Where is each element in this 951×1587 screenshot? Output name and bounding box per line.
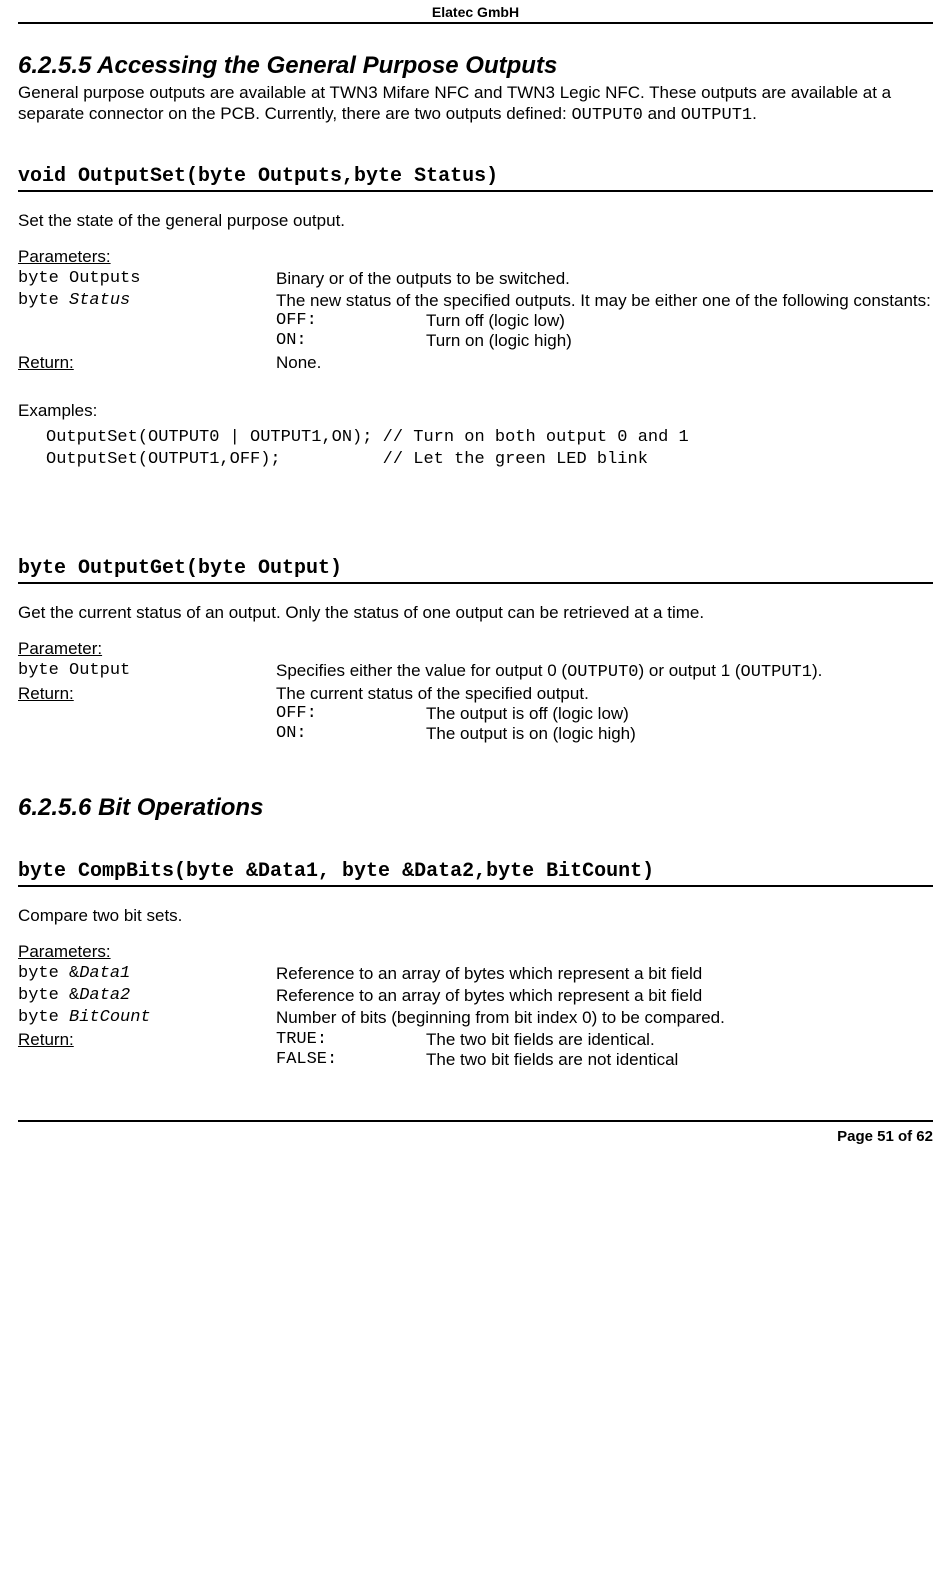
return-val: None. [276,353,933,373]
desc-code1: OUTPUT1 [741,663,812,682]
false-colon: : [327,1050,337,1069]
ret-on-row: ON: The output is on (logic high) [276,724,933,744]
ret-off-key: OFF: [276,704,426,724]
param-name-outputs: byte Outputs [18,269,276,289]
param-desc-data2: Reference to an array of bytes which rep… [276,986,933,1006]
intro-text-end: . [752,104,757,123]
off-code-2: OFF [276,704,307,723]
func-desc-outputget: Get the current status of an output. Onl… [18,602,933,623]
param-row-data1: byte &Data1 Reference to an array of byt… [18,964,933,984]
on-colon-2: : [296,724,306,743]
page-header-company: Elatec GmbH [18,0,933,22]
param-var: Status [69,291,130,310]
func-sig-outputset: void OutputSet(byte Outputs,byte Status) [18,165,933,192]
param-desc-data1: Reference to an array of bytes which rep… [276,964,933,984]
on-colon: : [296,331,306,350]
desc-code0: OUTPUT0 [567,663,638,682]
p2-var: Data2 [79,986,130,1005]
on-code: ON [276,331,296,350]
param-desc-status: The new status of the specified outputs.… [276,291,933,351]
ret-true-key: TRUE: [276,1030,426,1050]
footer-rule [18,1120,933,1122]
return-row-outputset: Return: None. [18,353,933,373]
status-off-key: OFF: [276,311,426,331]
examples-label: Examples: [18,401,933,421]
status-off-row: OFF: Turn off (logic low) [276,311,933,331]
status-off-val: Turn off (logic low) [426,311,933,331]
status-on-val: Turn on (logic high) [426,331,933,351]
header-rule [18,22,933,24]
true-colon: : [317,1030,327,1049]
status-on-key: ON: [276,331,426,351]
section-intro-outputs: General purpose outputs are available at… [18,82,933,127]
param-desc-status-text: The new status of the specified outputs.… [276,291,933,311]
false-code: FALSE [276,1050,327,1069]
desc-pre: Specifies either the value for output 0 … [276,661,567,680]
return-label-2: Return: [18,684,74,703]
ret-off-row: OFF: The output is off (logic low) [276,704,933,724]
return-desc-compbits: TRUE: The two bit fields are identical. … [276,1030,933,1070]
func-desc-compbits: Compare two bit sets. [18,905,933,926]
return-label-3: Return: [18,1030,74,1049]
parameters-label: Parameters: [18,247,933,267]
section-heading-outputs: 6.2.5.5 Accessing the General Purpose Ou… [18,52,933,80]
ret-true-val: The two bit fields are identical. [426,1030,933,1050]
param-row-outputs: byte Outputs Binary or of the outputs to… [18,269,933,289]
return-row-outputget: Return: The current status of the specif… [18,684,933,744]
section-heading-bitops: 6.2.5.6 Bit Operations [18,794,933,822]
true-code: TRUE [276,1030,317,1049]
param-desc-output: Specifies either the value for output 0 … [276,661,933,682]
param-row-bitcount: byte BitCount Number of bits (beginning … [18,1008,933,1028]
p3-var: BitCount [69,1008,151,1027]
p3-type: byte [18,1008,69,1027]
return-label: Return: [18,353,74,372]
param-row-status: byte Status The new status of the specif… [18,291,933,351]
off-colon-2: : [307,704,317,723]
parameter-label: Parameter: [18,639,933,659]
on-code-2: ON [276,724,296,743]
ret-false-val: The two bit fields are not identical [426,1050,933,1070]
page-footer: Page 51 of 62 [18,1128,933,1145]
examples-code: OutputSet(OUTPUT0 | OUTPUT1,ON); // Turn… [46,427,933,471]
param-desc-bitcount: Number of bits (beginning from bit index… [276,1008,933,1028]
parameters-label-3: Parameters: [18,942,933,962]
p2-type: byte & [18,986,79,1005]
off-colon: : [307,311,317,330]
code-output0: OUTPUT0 [571,106,642,125]
param-type: byte [18,291,69,310]
desc-mid: ) or output 1 ( [638,661,740,680]
param-name-status: byte Status [18,291,276,351]
func-desc-outputset: Set the state of the general purpose out… [18,210,933,231]
param-name-output: byte Output [18,661,276,682]
ret-false-key: FALSE: [276,1050,426,1070]
param-desc-outputs: Binary or of the outputs to be switched. [276,269,933,289]
param-name-data2: byte &Data2 [18,986,276,1006]
return-desc-text: The current status of the specified outp… [276,684,933,704]
desc-end: ). [812,661,822,680]
intro-text-and: and [643,104,681,123]
ret-false-row: FALSE: The two bit fields are not identi… [276,1050,933,1070]
func-sig-outputget: byte OutputGet(byte Output) [18,557,933,584]
code-output1: OUTPUT1 [681,106,752,125]
func-sig-compbits: byte CompBits(byte &Data1, byte &Data2,b… [18,860,933,887]
off-code: OFF [276,311,307,330]
param-row-output: byte Output Specifies either the value f… [18,661,933,682]
param-name-data1: byte &Data1 [18,964,276,984]
ret-true-row: TRUE: The two bit fields are identical. [276,1030,933,1050]
p1-var: Data1 [79,964,130,983]
return-row-compbits: Return: TRUE: The two bit fields are ide… [18,1030,933,1070]
return-desc-outputget: The current status of the specified outp… [276,684,933,744]
intro-text-pre: General purpose outputs are available at… [18,83,891,123]
ret-on-key: ON: [276,724,426,744]
ret-on-val: The output is on (logic high) [426,724,933,744]
p1-type: byte & [18,964,79,983]
param-row-data2: byte &Data2 Reference to an array of byt… [18,986,933,1006]
ret-off-val: The output is off (logic low) [426,704,933,724]
status-on-row: ON: Turn on (logic high) [276,331,933,351]
param-name-bitcount: byte BitCount [18,1008,276,1028]
